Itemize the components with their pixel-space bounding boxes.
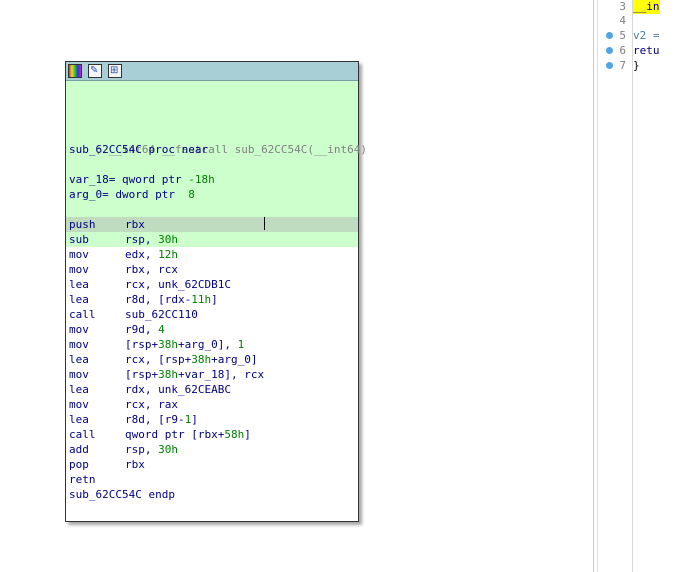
instruction-row[interactable]: call qword ptr [rbx+58h] [69, 427, 251, 442]
operands[interactable]: edx, 12h [125, 248, 178, 261]
mnemonic[interactable]: lea [69, 277, 125, 292]
pane-splitter[interactable] [593, 0, 594, 572]
mnemonic[interactable]: mov [69, 322, 125, 337]
edit-graph-icon[interactable]: ✎ [88, 64, 102, 78]
operands[interactable]: rcx, [rsp+38h+arg_0] [125, 353, 257, 366]
mnemonic[interactable]: sub [69, 232, 125, 247]
line-number: 4 [619, 14, 626, 27]
pseudocode-line[interactable]: 7 } [598, 58, 676, 73]
var-offset: 8 [188, 188, 195, 201]
operands[interactable]: r9d, 4 [125, 323, 165, 336]
instruction-row[interactable]: mov [rsp+38h+arg_0], 1 [69, 337, 244, 352]
operands[interactable]: r8d, [rdx-11h] [125, 293, 218, 306]
pseudocode-text[interactable]: } [633, 58, 640, 73]
pane-border [597, 0, 598, 572]
line-number: 6 [619, 44, 626, 57]
instruction-row[interactable]: lea r8d, [rdx-11h] [69, 292, 218, 307]
mnemonic[interactable]: mov [69, 397, 125, 412]
instruction-row[interactable]: lea rcx, unk_62CDB1C [69, 277, 231, 292]
instruction-row[interactable]: lea r8d, [r9-1] [69, 412, 198, 427]
instruction-row[interactable]: lea rdx, unk_62CEABC [69, 382, 231, 397]
mnemonic[interactable]: pop [69, 457, 125, 472]
node-title-bar[interactable]: ✎ ⊞ [66, 62, 358, 81]
line-number: 3 [619, 0, 626, 13]
var-name[interactable]: var_18 [69, 173, 109, 186]
var-type: = qword ptr [108, 173, 189, 186]
instruction-row[interactable]: mov rcx, rax [69, 397, 178, 412]
operands[interactable]: rbx, rcx [125, 263, 178, 276]
operands[interactable]: [rsp+38h+arg_0], 1 [125, 338, 244, 351]
mnemonic[interactable]: call [69, 427, 125, 442]
operands[interactable]: rbx [125, 218, 145, 231]
instruction-row[interactable]: sub rsp, 30h [69, 232, 178, 247]
mnemonic[interactable]: lea [69, 352, 125, 367]
endp-declaration[interactable]: sub_62CC54C endp [69, 487, 175, 502]
line-number: 5 [619, 29, 626, 42]
instruction-row[interactable]: push rbx [69, 217, 145, 232]
mnemonic[interactable]: lea [69, 292, 125, 307]
mnemonic[interactable]: mov [69, 367, 125, 382]
pseudocode-line[interactable]: 4 [598, 13, 676, 28]
color-palette-icon[interactable] [68, 64, 82, 78]
operands[interactable]: rdx, unk_62CEABC [125, 383, 231, 396]
instruction-row[interactable]: mov rbx, rcx [69, 262, 178, 277]
pseudocode-text[interactable]: retu [633, 43, 660, 58]
instruction-row[interactable]: mov [rsp+38h+var_18], rcx [69, 367, 264, 382]
operands[interactable]: rsp, 30h [125, 443, 178, 456]
mnemonic[interactable]: push [69, 217, 125, 232]
pseudocode-text[interactable]: __in [633, 0, 660, 14]
operands[interactable]: sub_62CC110 [125, 308, 198, 321]
pseudocode-text[interactable]: v2 = [633, 28, 660, 43]
instruction-row[interactable]: add rsp, 30h [69, 442, 178, 457]
mnemonic[interactable]: mov [69, 262, 125, 277]
instruction-row[interactable]: call sub_62CC110 [69, 307, 198, 322]
stack-var-declaration[interactable]: var_18= qword ptr -18h [69, 172, 215, 187]
mnemonic[interactable]: mov [69, 247, 125, 262]
zoom-graph-icon[interactable]: ⊞ [108, 64, 122, 78]
pseudocode-line[interactable]: 3 __in [598, 0, 676, 14]
operands[interactable]: [rsp+38h+var_18], rcx [125, 368, 264, 381]
mnemonic[interactable]: add [69, 442, 125, 457]
proc-declaration[interactable]: sub_62CC54C proc near [69, 142, 208, 157]
mnemonic[interactable]: mov [69, 337, 125, 352]
mnemonic[interactable]: lea [69, 382, 125, 397]
pseudocode-line[interactable]: 6 retu [598, 43, 676, 58]
mnemonic[interactable]: lea [69, 412, 125, 427]
pseudocode-gutter-divider [632, 0, 633, 572]
operands[interactable]: rcx, rax [125, 398, 178, 411]
operands[interactable]: rcx, unk_62CDB1C [125, 278, 231, 291]
instruction-row[interactable]: mov r9d, 4 [69, 322, 165, 337]
instruction-row[interactable]: mov edx, 12h [69, 247, 178, 262]
var-offset: -18h [188, 173, 215, 186]
operands[interactable]: rsp, 30h [125, 233, 178, 246]
operands[interactable]: qword ptr [rbx+58h] [125, 428, 251, 441]
var-name[interactable]: arg_0 [69, 188, 102, 201]
text-cursor [264, 217, 265, 230]
mnemonic[interactable]: retn [69, 472, 125, 487]
mnemonic[interactable]: call [69, 307, 125, 322]
function-comment[interactable]: ; __int64 __fastcall sub_62CC54C(__int64… [69, 127, 368, 156]
operands[interactable]: rbx [125, 458, 145, 471]
stack-var-declaration[interactable]: arg_0= dword ptr 8 [69, 187, 195, 202]
line-number: 7 [619, 59, 626, 72]
graph-node[interactable]: ✎ ⊞ ; __int64 __fastcall sub_62CC54C(__i… [65, 61, 367, 522]
instruction-row[interactable]: lea rcx, [rsp+38h+arg_0] [69, 352, 257, 367]
instruction-row[interactable]: retn [69, 472, 125, 487]
pseudocode-line[interactable]: 5 v2 = [598, 28, 676, 43]
operands[interactable]: r8d, [r9-1] [125, 413, 198, 426]
instruction-row[interactable]: pop rbx [69, 457, 145, 472]
var-type: = dword ptr [102, 188, 189, 201]
